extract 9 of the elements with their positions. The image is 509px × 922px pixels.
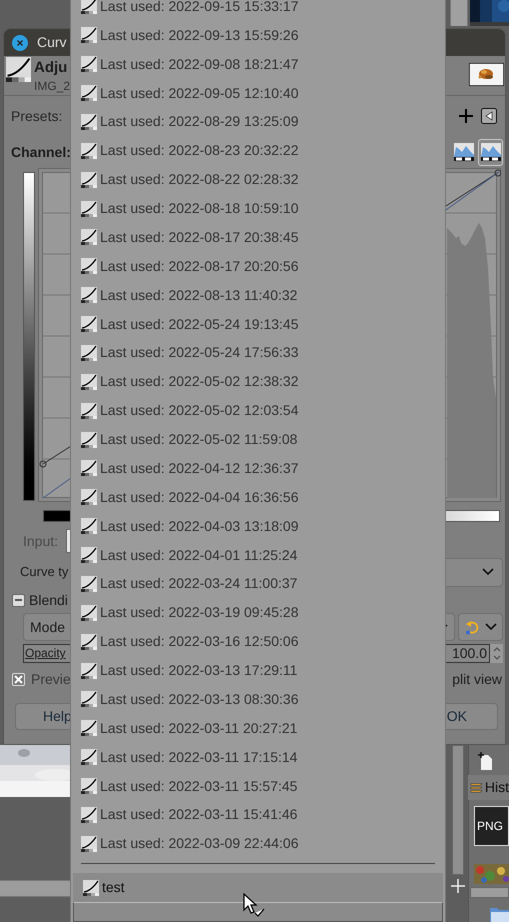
channel-label: Channel: <box>11 142 71 162</box>
image-name: IMG_2 <box>34 79 70 93</box>
split-view-label: plit view <box>452 670 502 689</box>
window-title: Curv <box>37 33 67 52</box>
curve-type-label: Curve ty <box>20 563 68 582</box>
dialog-heading: Adju <box>34 58 68 78</box>
blending-label: Blendi <box>29 590 68 610</box>
presets-label: Presets: <box>11 106 62 126</box>
preview-label: Previe <box>31 670 71 688</box>
